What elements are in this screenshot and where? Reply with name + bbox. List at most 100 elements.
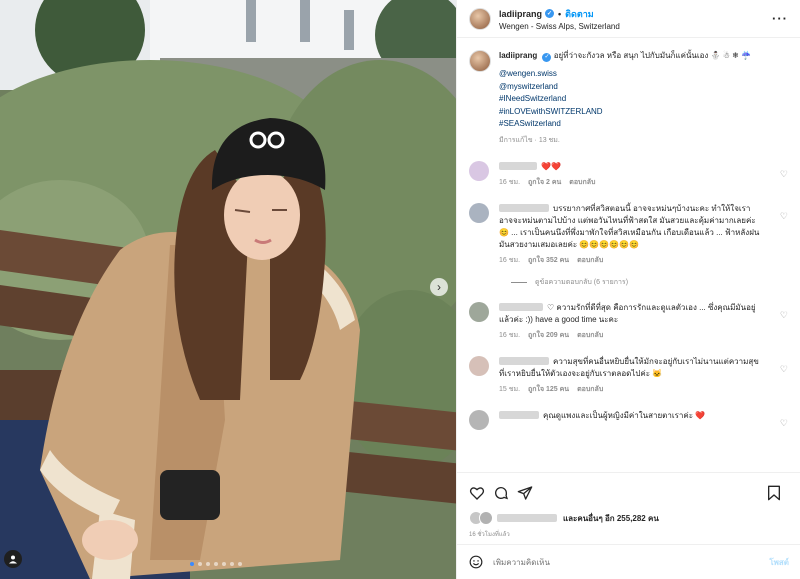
comment-input[interactable] xyxy=(493,557,770,567)
post-header: ladiiprang ✓ • ติดตาม Wengen - Swiss Alp… xyxy=(457,0,800,38)
carousel-dot xyxy=(222,562,226,566)
comment-icon[interactable] xyxy=(493,485,509,501)
carousel-dot xyxy=(198,562,202,566)
add-comment-bar: โพสต์ xyxy=(457,544,800,579)
blurred-username xyxy=(497,514,557,522)
reply-button[interactable]: ตอบกลับ xyxy=(577,330,603,342)
username-link[interactable]: ladiiprang xyxy=(499,9,542,19)
comment-body: ความสุขที่คนอื่นหยิบยื่นให้มักจะอยู่กับเ… xyxy=(499,356,761,396)
avatar[interactable] xyxy=(469,50,491,72)
verified-icon: ✓ xyxy=(545,9,555,18)
comment: ความสุขที่คนอื่นหยิบยื่นให้มักจะอยู่กับเ… xyxy=(469,355,788,396)
user-icon xyxy=(9,555,17,564)
post-time: 16 ชั่วโมงที่แล้ว xyxy=(469,532,510,538)
comment: ❤️❤️ 16 ชม. ถูกใจ 2 คน ตอบกลับ ♡ xyxy=(469,160,788,189)
post-comment-button[interactable]: โพสต์ xyxy=(769,556,789,569)
avatar[interactable] xyxy=(469,202,489,223)
divider xyxy=(511,281,527,283)
heart-icon[interactable]: ♡ xyxy=(780,169,788,180)
header-text: ladiiprang ✓ • ติดตาม Wengen - Swiss Alp… xyxy=(499,7,772,31)
photo-scene xyxy=(0,0,456,579)
comment-body: ♡ ความรักที่ดีที่สุด คือการรักและดูแลตัว… xyxy=(499,302,761,342)
comment-text: คุณดูแพงและเป็นผู้หญิงมีค่าในสายตาเราค่ะ… xyxy=(543,410,706,420)
comment-body: ❤️❤️ 16 ชม. ถูกใจ 2 คน ตอบกลับ xyxy=(499,161,761,189)
comment-time: 16 ชม. xyxy=(499,178,521,186)
comment-likes[interactable]: ถูกใจ 2 คน xyxy=(528,177,561,189)
post-panel: ladiiprang ✓ • ติดตาม Wengen - Swiss Alp… xyxy=(456,0,800,579)
follow-button[interactable]: ติดตาม xyxy=(565,7,594,21)
heart-icon[interactable]: ♡ xyxy=(780,418,788,429)
carousel-dot xyxy=(190,562,194,566)
next-photo-button[interactable]: › xyxy=(430,278,448,296)
comments-list[interactable]: ladiiprang ✓ อยู่ที่ว่าจะกังวล หรือ สนุก… xyxy=(457,38,800,472)
heart-icon[interactable]: ♡ xyxy=(780,211,788,222)
hashtag-link[interactable]: #inLOVEwithSWITZERLAND xyxy=(499,106,751,119)
comment-likes[interactable]: ถูกใจ 125 คน xyxy=(528,384,569,396)
heart-icon[interactable]: ♡ xyxy=(780,364,788,375)
emoji-icon[interactable] xyxy=(469,555,483,569)
comment-likes[interactable]: ถูกใจ 209 คน xyxy=(528,330,569,342)
view-replies-button[interactable]: ดูข้อความตอบกลับ (6 รายการ) xyxy=(511,277,788,288)
caption-username[interactable]: ladiiprang xyxy=(499,51,537,60)
like-heart-icon[interactable] xyxy=(469,485,485,501)
more-icon[interactable]: ··· xyxy=(772,11,788,26)
hashtag-link[interactable]: #SEASwitzerland xyxy=(499,118,751,131)
likes-summary[interactable]: และคนอื่นๆ อีก 255,282 คน xyxy=(469,511,789,525)
liker-avatar xyxy=(479,511,493,525)
caption-body: ladiiprang ✓ อยู่ที่ว่าจะกังวล หรือ สนุก… xyxy=(499,50,751,147)
comment: บรรยากาศที่สวิสตอนนี้ อาจจะหม่นๆบ้างนะคะ… xyxy=(469,202,788,267)
view-replies-label[interactable]: ดูข้อความตอบกลับ (6 รายการ) xyxy=(535,277,628,288)
verified-icon: ✓ xyxy=(542,52,552,62)
carousel-indicator xyxy=(190,562,242,566)
avatar[interactable] xyxy=(469,301,489,322)
comment-text: ❤️❤️ xyxy=(541,161,561,171)
avatar[interactable] xyxy=(469,355,489,376)
comment-time: 16 ชม. xyxy=(499,256,521,264)
comment-meta: 16 ชม. ถูกใจ 352 คน ตอบกลับ xyxy=(499,255,761,267)
likes-count[interactable]: และคนอื่นๆ อีก 255,282 คน xyxy=(563,512,659,525)
comment-likes[interactable]: ถูกใจ 352 คน xyxy=(528,255,569,267)
separator-dot: • xyxy=(558,8,562,19)
avatar[interactable] xyxy=(469,7,491,30)
post-photo[interactable]: › xyxy=(0,0,456,579)
avatar[interactable] xyxy=(469,160,489,181)
carousel-dot xyxy=(214,562,218,566)
comment-meta: 15 ชม. ถูกใจ 125 คน ตอบกลับ xyxy=(499,384,761,396)
blurred-username[interactable] xyxy=(499,302,543,311)
blurred-username[interactable] xyxy=(499,356,549,365)
save-bookmark-icon[interactable] xyxy=(767,485,781,501)
avatar[interactable] xyxy=(469,409,489,430)
share-icon[interactable] xyxy=(517,485,533,501)
caption: ladiiprang ✓ อยู่ที่ว่าจะกังวล หรือ สนุก… xyxy=(469,50,788,147)
reply-button[interactable]: ตอบกลับ xyxy=(577,255,603,267)
tag-link[interactable]: @myswitzerland xyxy=(499,81,751,94)
post-actions: และคนอื่นๆ อีก 255,282 คน 16 ชั่วโมงที่แ… xyxy=(457,472,800,539)
header-top: ladiiprang ✓ • ติดตาม xyxy=(499,7,772,21)
comment-meta: 16 ชม. ถูกใจ 209 คน ตอบกลับ xyxy=(499,330,761,342)
post-dialog: › ladiiprang ✓ • ติดตาม Wengen - Swiss A… xyxy=(0,0,800,579)
tagged-user-button[interactable] xyxy=(4,550,22,568)
location-link[interactable]: Wengen - Swiss Alps, Switzerland xyxy=(499,22,772,31)
comment: คุณดูแพงและเป็นผู้หญิงมีค่าในสายตาเราค่ะ… xyxy=(469,409,788,430)
hashtag-link[interactable]: #INeedSwitzerland xyxy=(499,93,751,106)
chevron-right-icon: › xyxy=(437,280,441,294)
comment-time: 16 ชม. xyxy=(499,331,521,339)
blurred-username[interactable] xyxy=(499,203,549,212)
comment-body: คุณดูแพงและเป็นผู้หญิงมีค่าในสายตาเราค่ะ… xyxy=(499,410,761,430)
comment-body: บรรยากาศที่สวิสตอนนี้ อาจจะหม่นๆบ้างนะคะ… xyxy=(499,203,761,267)
reply-button[interactable]: ตอบกลับ xyxy=(569,177,595,189)
action-row xyxy=(469,481,789,505)
caption-tags: @wengen.swiss @myswitzerland #INeedSwitz… xyxy=(499,68,751,131)
tag-link[interactable]: @wengen.swiss xyxy=(499,68,751,81)
carousel-dot xyxy=(206,562,210,566)
comment-meta: 16 ชม. ถูกใจ 2 คน ตอบกลับ xyxy=(499,177,761,189)
caption-meta: มีการแก้ไข · 13 ชม. xyxy=(499,136,560,144)
blurred-username[interactable] xyxy=(499,161,537,170)
comment-time: 15 ชม. xyxy=(499,385,521,393)
heart-icon[interactable]: ♡ xyxy=(780,310,788,321)
reply-button[interactable]: ตอบกลับ xyxy=(577,384,603,396)
caption-text: อยู่ที่ว่าจะกังวล หรือ สนุก ไปกับมันก็แค… xyxy=(553,51,752,60)
blurred-username[interactable] xyxy=(499,410,539,419)
carousel-dot xyxy=(230,562,234,566)
carousel-dot xyxy=(238,562,242,566)
